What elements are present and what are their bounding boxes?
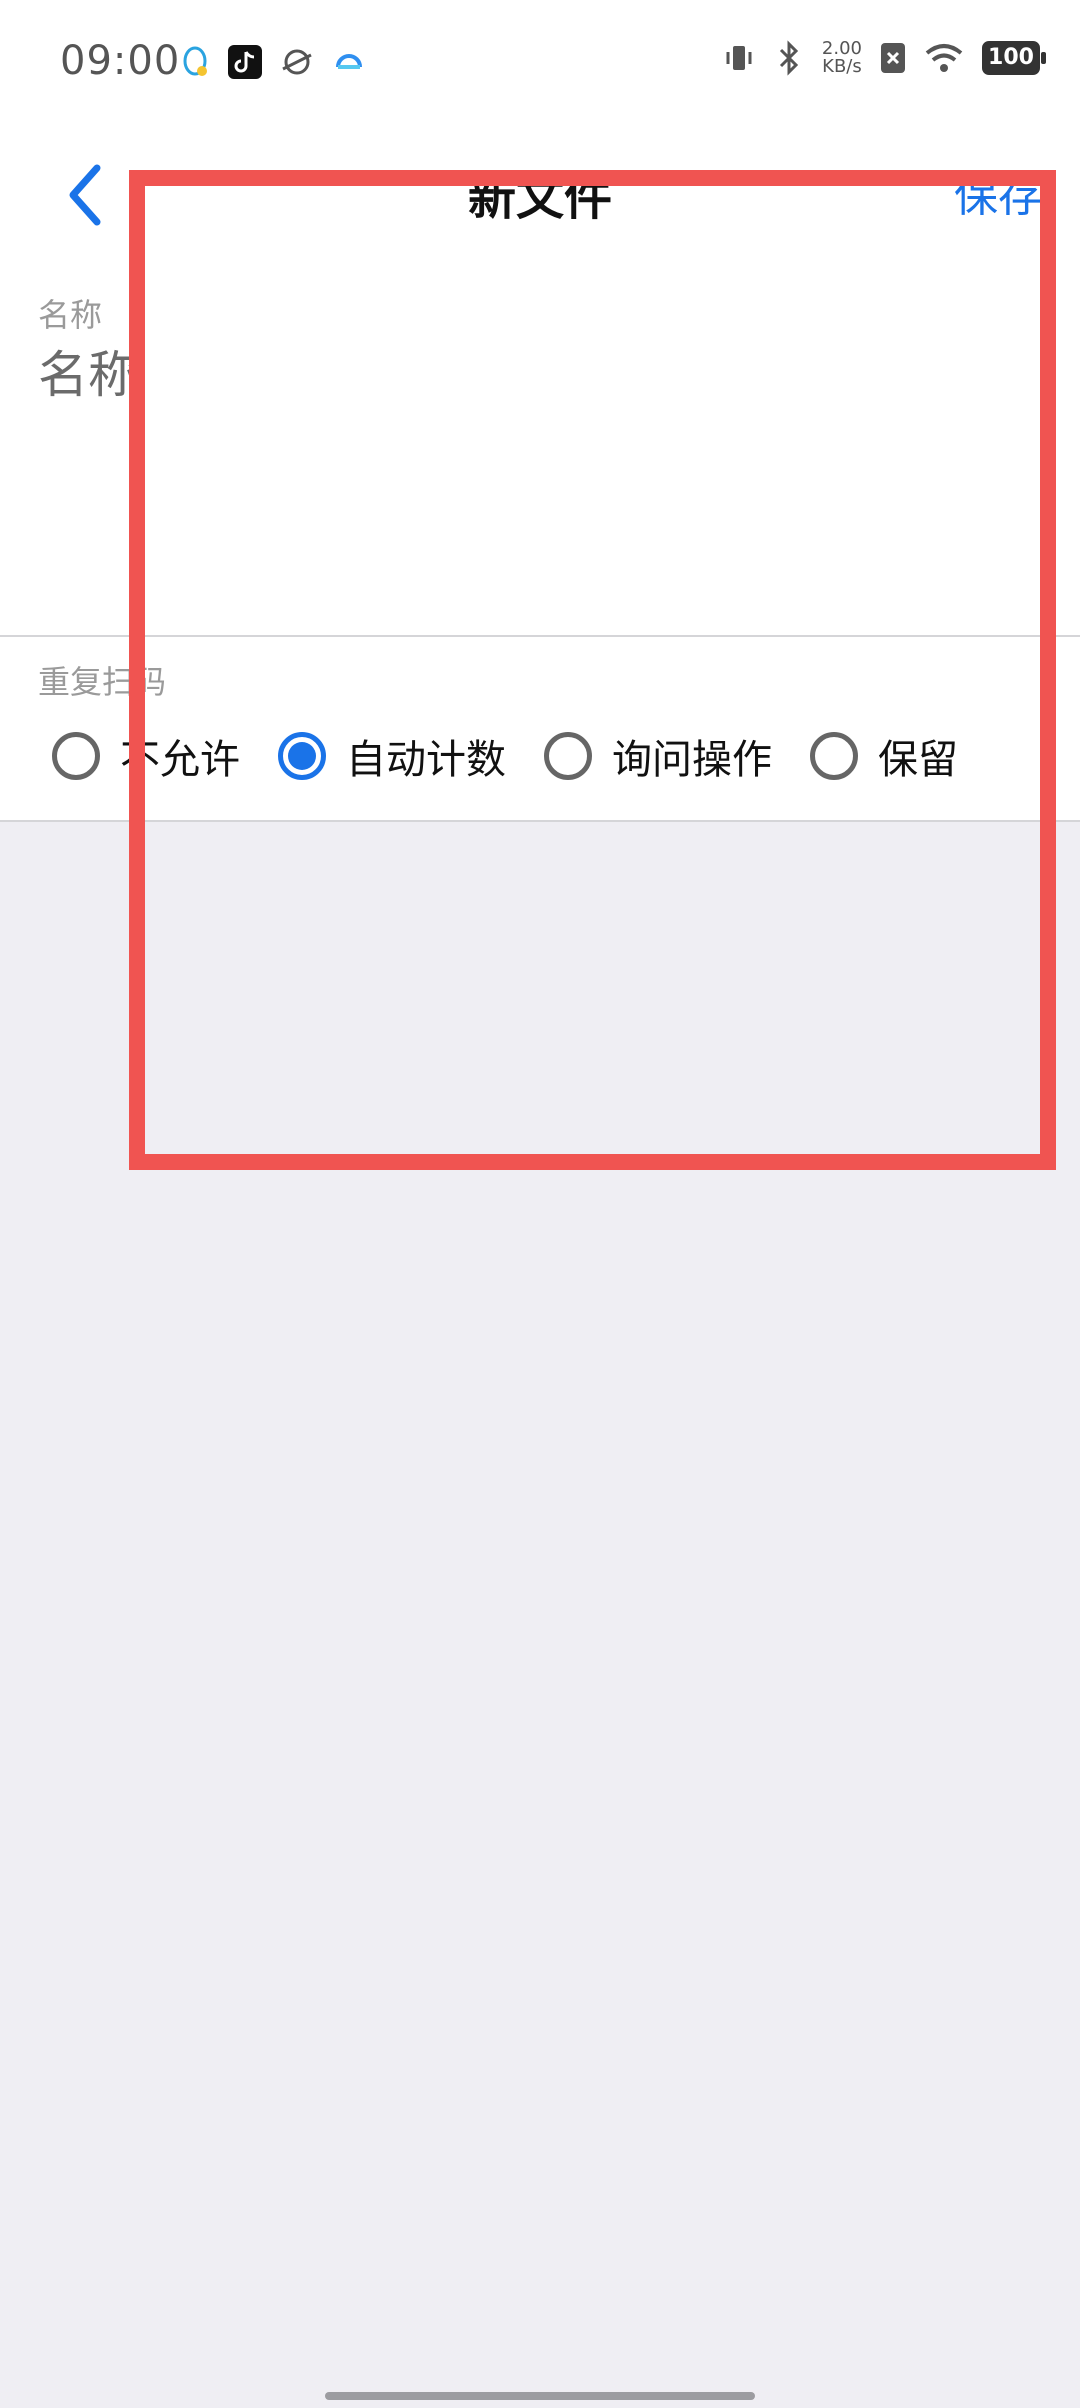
wifi-icon [925,44,963,72]
system-status: 2.00 KB/s 100 [722,40,1046,76]
top-app-bar: 新文件 保存 [0,130,1080,260]
planet-icon [282,49,312,75]
radio-option-auto-count[interactable]: 自动计数 [278,727,506,785]
qq-icon [183,46,207,76]
duplicate-radio-group: 不允许 自动计数 询问操作 保留 [52,727,996,785]
radio-button[interactable] [52,732,100,780]
radio-button[interactable] [544,732,592,780]
radio-button[interactable] [810,732,858,780]
status-time: 09:00 [60,38,181,84]
duplicate-scan-label: 重复扫码 [38,663,167,701]
radio-option-keep[interactable]: 保留 [810,727,958,785]
name-input[interactable] [38,340,1038,410]
app-screen: 09:00 2.00 KB/s 100 新文件 保存 名称 名称 重复扫码 不允… [0,0,1080,2408]
browser-icon [336,54,362,69]
page-title: 新文件 [467,170,612,226]
save-button[interactable]: 保存 [954,160,1042,224]
vibrate-icon [726,46,752,70]
name-label: 名称 [38,296,103,334]
radio-button-selected[interactable] [278,732,326,780]
network-speed-unit: KB/s [822,56,862,77]
status-bar: 09:00 2.00 KB/s 100 [0,0,1080,130]
radio-option-disallow[interactable]: 不允许 [52,727,240,785]
radio-option-label: 自动计数 [346,737,506,783]
home-indicator[interactable] [325,2392,755,2400]
duplicate-scan-section: 重复扫码 不允许 自动计数 询问操作 保留 [0,637,1080,822]
radio-option-label: 询问操作 [612,737,772,783]
radio-selected-dot [288,742,316,770]
sim-x-icon [881,43,905,73]
tiktok-icon [228,45,262,79]
radio-option-label: 保留 [878,737,958,783]
network-speed: 2.00 KB/s [822,40,862,76]
name-section: 名称 [0,260,1080,637]
notification-icons [180,45,366,79]
radio-option-ask[interactable]: 询问操作 [544,727,772,785]
bluetooth-icon [779,40,799,76]
radio-option-label: 不允许 [120,737,240,783]
battery-indicator: 100 [982,41,1046,75]
